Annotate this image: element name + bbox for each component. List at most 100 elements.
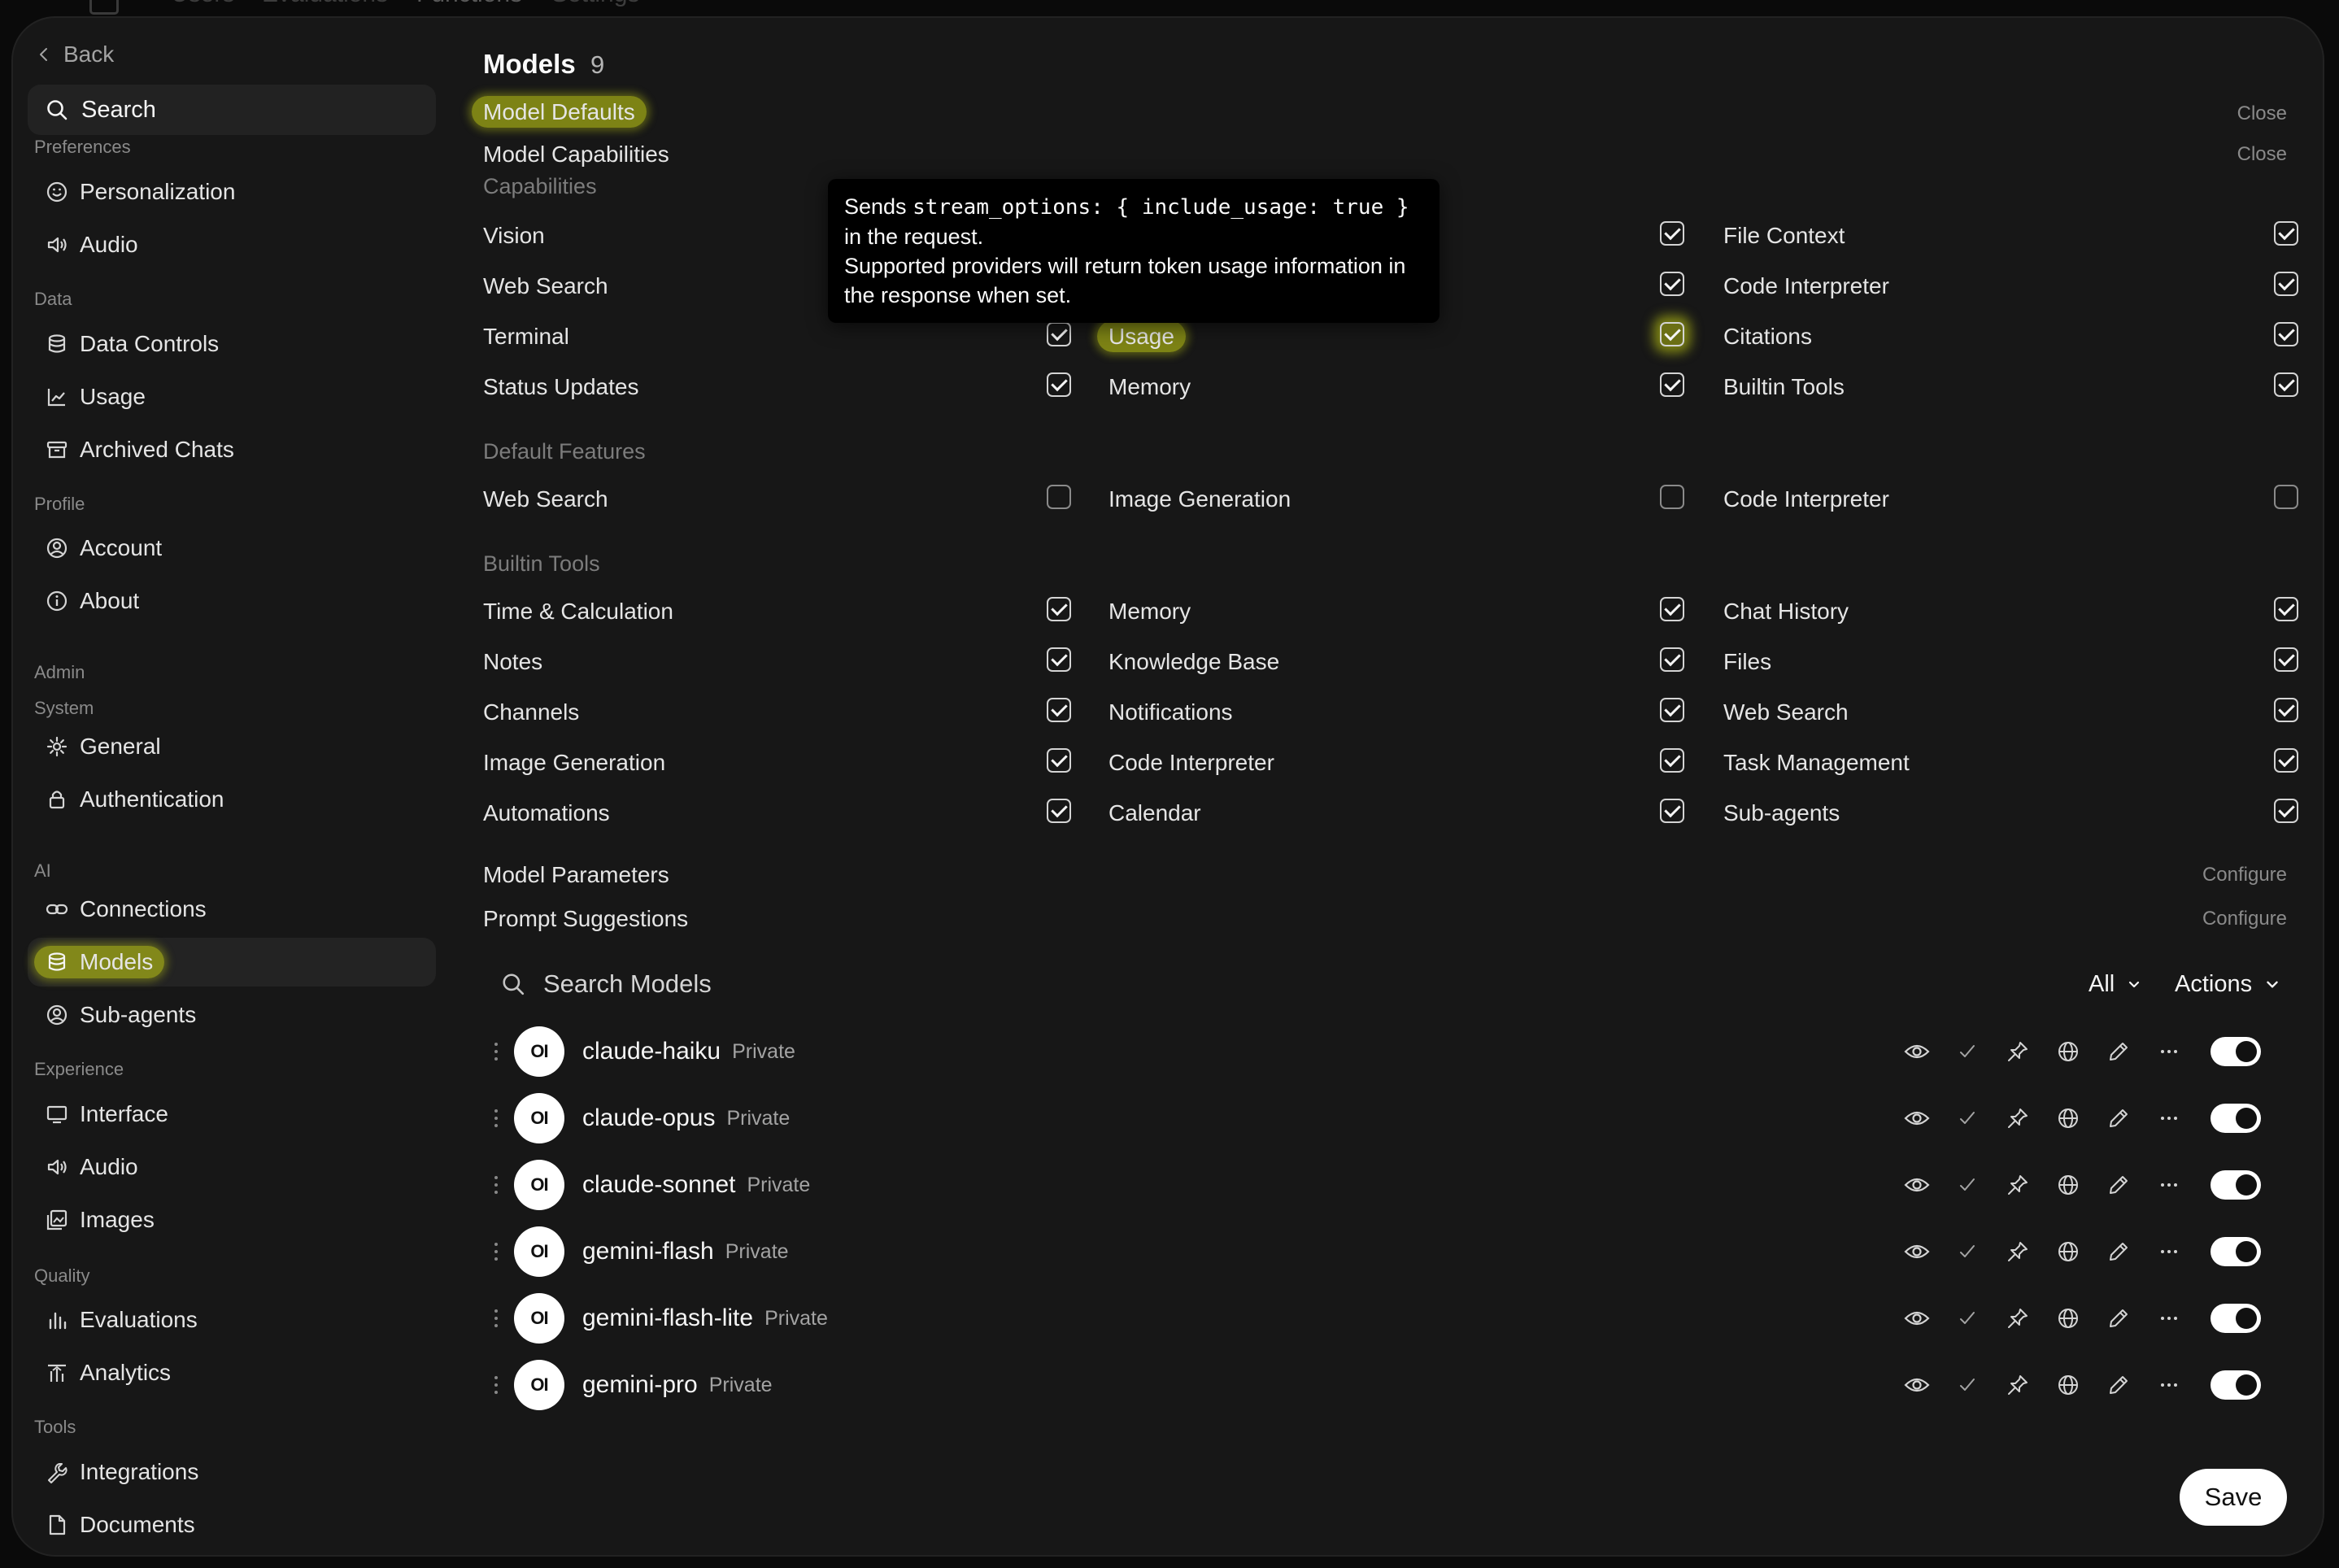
sidebar-item-images[interactable]: Images bbox=[28, 1196, 436, 1244]
more-icon[interactable] bbox=[2144, 1160, 2194, 1210]
model-name[interactable]: gemini-flash-lite bbox=[582, 1304, 753, 1332]
pencil-icon[interactable] bbox=[2093, 1293, 2144, 1344]
eye-icon[interactable] bbox=[1892, 1226, 1942, 1277]
checkbox-tool-automations[interactable] bbox=[1047, 799, 1071, 823]
sidebar-item-analytics[interactable]: Analytics bbox=[28, 1348, 436, 1397]
sidebar-item-audio[interactable]: Audio bbox=[28, 220, 436, 269]
check-icon[interactable] bbox=[1942, 1360, 1993, 1410]
checkbox-tool-notes[interactable] bbox=[1047, 647, 1071, 672]
checkbox-tool-files[interactable] bbox=[2274, 647, 2298, 672]
pin-icon[interactable] bbox=[1993, 1293, 2043, 1344]
checkbox-usage[interactable] bbox=[1660, 322, 1684, 346]
drag-handle-icon[interactable] bbox=[488, 1309, 504, 1327]
filter-dropdown[interactable]: All bbox=[2089, 961, 2142, 1007]
checkbox-tool-knowledge-base[interactable] bbox=[1660, 647, 1684, 672]
pin-icon[interactable] bbox=[1993, 1160, 2043, 1210]
checkbox-tool-channels[interactable] bbox=[1047, 698, 1071, 722]
checkbox-status-updates[interactable] bbox=[1047, 372, 1071, 397]
check-icon[interactable] bbox=[1942, 1226, 1993, 1277]
pin-icon[interactable] bbox=[1993, 1026, 2043, 1077]
pin-icon[interactable] bbox=[1993, 1093, 2043, 1143]
sidebar-item-documents[interactable]: Documents bbox=[28, 1500, 436, 1549]
checkbox-tool-chat-history[interactable] bbox=[2274, 597, 2298, 621]
model-defaults-close[interactable]: Close bbox=[2237, 102, 2287, 125]
model-name[interactable]: claude-opus bbox=[582, 1104, 715, 1132]
model-search[interactable]: Search Models bbox=[501, 961, 1314, 1007]
model-name[interactable]: gemini-flash bbox=[582, 1238, 714, 1265]
globe-icon[interactable] bbox=[2043, 1226, 2093, 1277]
model-enabled-toggle[interactable] bbox=[2211, 1170, 2261, 1200]
sidebar-item-evaluations[interactable]: Evaluations bbox=[28, 1296, 436, 1344]
sidebar-item-audio-experience[interactable]: Audio bbox=[28, 1143, 436, 1191]
globe-icon[interactable] bbox=[2043, 1093, 2093, 1143]
checkbox-terminal[interactable] bbox=[1047, 322, 1071, 346]
more-icon[interactable] bbox=[2144, 1360, 2194, 1410]
model-row[interactable]: OI gemini-flash Private bbox=[488, 1223, 2261, 1280]
checkbox-tool-memory[interactable] bbox=[1660, 597, 1684, 621]
model-row[interactable]: OI gemini-flash-lite Private bbox=[488, 1290, 2261, 1347]
sidebar-item-archived-chats[interactable]: Archived Chats bbox=[28, 425, 436, 474]
model-row[interactable]: OI gemini-pro Private bbox=[488, 1357, 2261, 1413]
checkbox-tool-image-generation[interactable] bbox=[1047, 748, 1071, 773]
pin-icon[interactable] bbox=[1993, 1226, 2043, 1277]
checkbox-default-code-interpreter[interactable] bbox=[2274, 485, 2298, 509]
sidebar-item-about[interactable]: About bbox=[28, 577, 436, 625]
model-parameters-configure[interactable]: Configure bbox=[2202, 864, 2287, 886]
model-defaults-toggle[interactable]: Model Defaults bbox=[472, 96, 647, 128]
sidebar-item-models[interactable]: Models bbox=[28, 938, 436, 987]
model-name[interactable]: gemini-pro bbox=[582, 1371, 698, 1399]
model-capabilities-close[interactable]: Close bbox=[2237, 143, 2287, 166]
pin-icon[interactable] bbox=[1993, 1360, 2043, 1410]
checkbox-builtin-tools[interactable] bbox=[2274, 372, 2298, 397]
checkbox-file-upload[interactable] bbox=[1660, 221, 1684, 246]
eye-icon[interactable] bbox=[1892, 1293, 1942, 1344]
actions-dropdown[interactable]: Actions bbox=[2175, 961, 2281, 1007]
model-capabilities-label[interactable]: Model Capabilities bbox=[483, 142, 669, 168]
sidebar-item-sub-agents[interactable]: Sub-agents bbox=[28, 991, 436, 1039]
checkbox-memory[interactable] bbox=[1660, 372, 1684, 397]
check-icon[interactable] bbox=[1942, 1160, 1993, 1210]
checkbox-tool-time-calculation[interactable] bbox=[1047, 597, 1071, 621]
drag-handle-icon[interactable] bbox=[488, 1109, 504, 1127]
drag-handle-icon[interactable] bbox=[488, 1176, 504, 1194]
checkbox-image-generation[interactable] bbox=[1660, 272, 1684, 296]
eye-icon[interactable] bbox=[1892, 1160, 1942, 1210]
checkbox-tool-notifications[interactable] bbox=[1660, 698, 1684, 722]
check-icon[interactable] bbox=[1942, 1026, 1993, 1077]
sidebar-item-authentication[interactable]: Authentication bbox=[28, 775, 436, 824]
check-icon[interactable] bbox=[1942, 1293, 1993, 1344]
model-enabled-toggle[interactable] bbox=[2211, 1104, 2261, 1133]
more-icon[interactable] bbox=[2144, 1093, 2194, 1143]
checkbox-tool-task-management[interactable] bbox=[2274, 748, 2298, 773]
checkbox-default-image-generation[interactable] bbox=[1660, 485, 1684, 509]
sidebar-item-connections[interactable]: Connections bbox=[28, 885, 436, 934]
globe-icon[interactable] bbox=[2043, 1160, 2093, 1210]
sidebar-search[interactable]: Search bbox=[28, 85, 436, 135]
pencil-icon[interactable] bbox=[2093, 1360, 2144, 1410]
more-icon[interactable] bbox=[2144, 1293, 2194, 1344]
sidebar-item-data-controls[interactable]: Data Controls bbox=[28, 320, 436, 368]
model-enabled-toggle[interactable] bbox=[2211, 1304, 2261, 1333]
check-icon[interactable] bbox=[1942, 1093, 1993, 1143]
sidebar-item-usage[interactable]: Usage bbox=[28, 372, 436, 421]
eye-icon[interactable] bbox=[1892, 1026, 1942, 1077]
pencil-icon[interactable] bbox=[2093, 1160, 2144, 1210]
sidebar-item-account[interactable]: Account bbox=[28, 524, 436, 573]
model-name[interactable]: claude-haiku bbox=[582, 1038, 721, 1065]
model-enabled-toggle[interactable] bbox=[2211, 1037, 2261, 1066]
checkbox-tool-code-interpreter[interactable] bbox=[1660, 748, 1684, 773]
checkbox-default-web-search[interactable] bbox=[1047, 485, 1071, 509]
eye-icon[interactable] bbox=[1892, 1093, 1942, 1143]
eye-icon[interactable] bbox=[1892, 1360, 1942, 1410]
prompt-suggestions-configure[interactable]: Configure bbox=[2202, 908, 2287, 930]
sidebar-item-integrations[interactable]: Integrations bbox=[28, 1448, 436, 1496]
pencil-icon[interactable] bbox=[2093, 1093, 2144, 1143]
sidebar-item-general[interactable]: General bbox=[28, 722, 436, 771]
sidebar-item-interface[interactable]: Interface bbox=[28, 1090, 436, 1139]
more-icon[interactable] bbox=[2144, 1026, 2194, 1077]
model-enabled-toggle[interactable] bbox=[2211, 1370, 2261, 1400]
model-row[interactable]: OI claude-haiku Private bbox=[488, 1023, 2261, 1080]
globe-icon[interactable] bbox=[2043, 1026, 2093, 1077]
sidebar-item-personalization[interactable]: Personalization bbox=[28, 168, 436, 216]
checkbox-tool-calendar[interactable] bbox=[1660, 799, 1684, 823]
